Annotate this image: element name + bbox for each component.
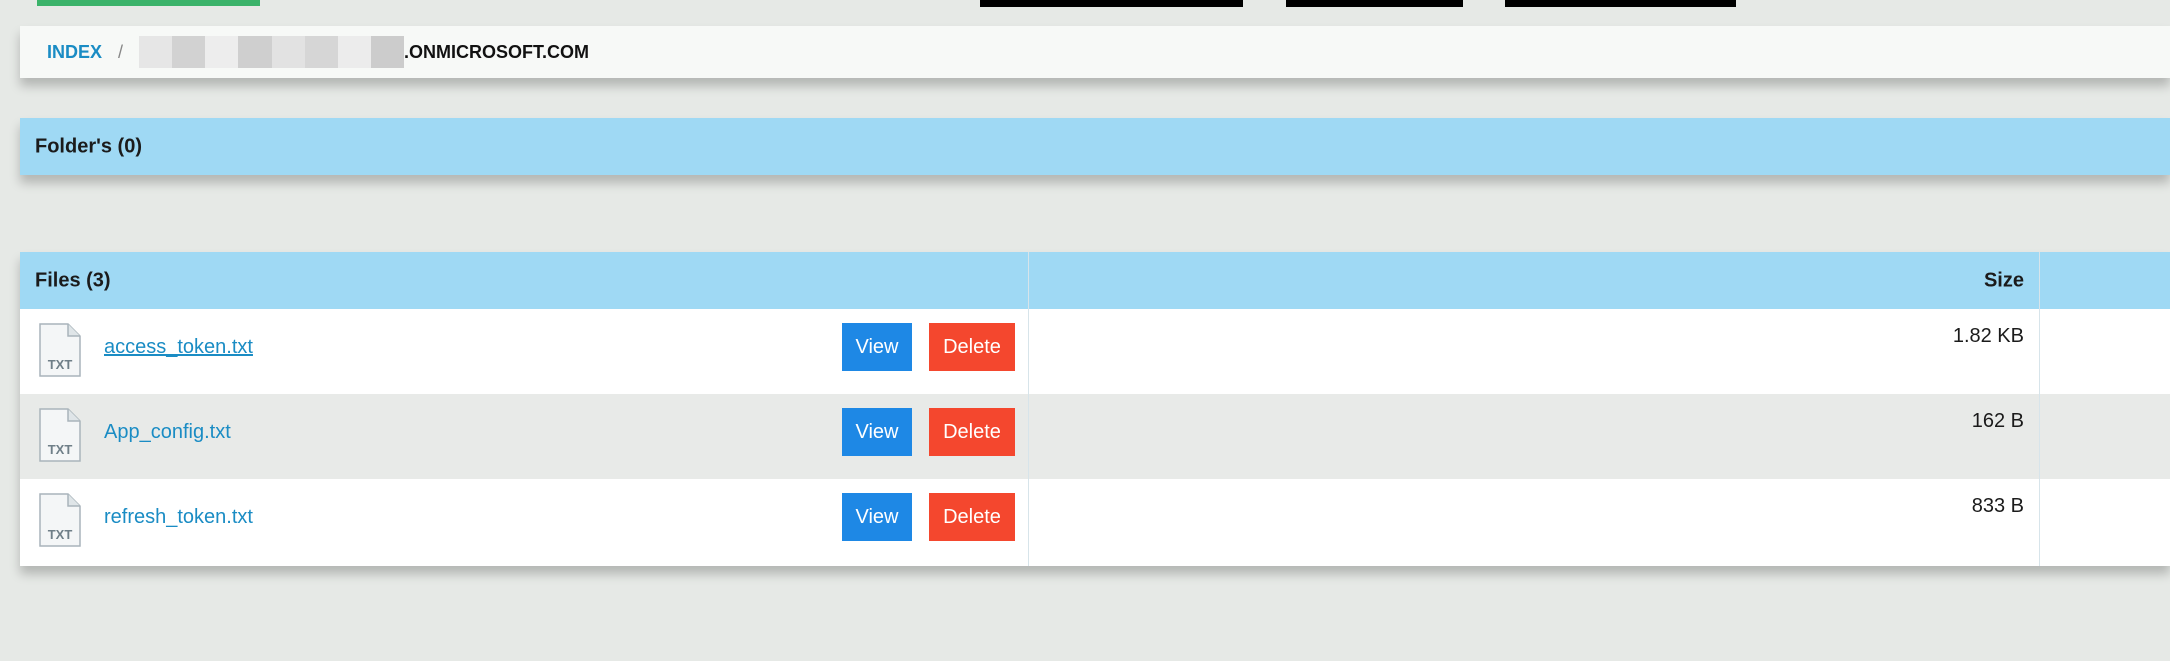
breadcrumb-domain: .ONMICROSOFT.COM	[404, 41, 590, 62]
file-link-refresh-token[interactable]: refresh_token.txt	[104, 506, 253, 529]
file-row: TXT refresh_token.txt View Delete 833 B	[20, 479, 2170, 564]
redacted-tenant-name	[139, 36, 405, 68]
file-link-access-token[interactable]: access_token.txt	[104, 336, 253, 359]
txt-file-icon: TXT	[39, 493, 81, 547]
top-nav-item-1[interactable]	[980, 0, 1243, 7]
view-button[interactable]: View	[842, 493, 912, 541]
column-divider	[2039, 252, 2040, 566]
file-link-app-config[interactable]: App_config.txt	[104, 421, 231, 444]
view-button[interactable]: View	[842, 408, 912, 456]
file-size: 1.82 KB	[1952, 325, 2024, 347]
view-button[interactable]: View	[842, 323, 912, 371]
file-row: TXT access_token.txt View Delete 1.82 KB	[20, 309, 2170, 394]
file-row: TXT App_config.txt View Delete 162 B	[20, 394, 2170, 479]
svg-text:TXT: TXT	[48, 527, 73, 542]
folders-title: Folder's (0)	[35, 135, 142, 157]
folders-panel: Folder's (0)	[20, 118, 2170, 175]
delete-button[interactable]: Delete	[929, 323, 1015, 371]
txt-file-icon: TXT	[39, 323, 81, 377]
top-green-bar	[37, 0, 260, 6]
delete-button[interactable]: Delete	[929, 493, 1015, 541]
delete-button[interactable]: Delete	[929, 408, 1015, 456]
top-nav-item-3[interactable]	[1505, 0, 1736, 7]
file-size: 162 B	[1971, 410, 2024, 432]
files-title: Files (3)	[35, 269, 111, 291]
size-column-header: Size	[1983, 269, 2024, 291]
txt-file-icon: TXT	[39, 408, 81, 462]
breadcrumb-index-link[interactable]: INDEX	[47, 42, 102, 63]
breadcrumb: INDEX / .ONMICROSOFT.COM	[20, 26, 2170, 78]
top-nav-item-2[interactable]	[1286, 0, 1463, 7]
column-divider	[1028, 252, 1029, 566]
files-panel: Files (3) Size TXT access_token.txt View…	[20, 252, 2170, 566]
files-table-header: Files (3) Size	[20, 252, 2170, 309]
svg-text:TXT: TXT	[48, 357, 73, 372]
file-size: 833 B	[1971, 495, 2024, 517]
svg-text:TXT: TXT	[48, 442, 73, 457]
breadcrumb-separator: /	[118, 41, 124, 62]
